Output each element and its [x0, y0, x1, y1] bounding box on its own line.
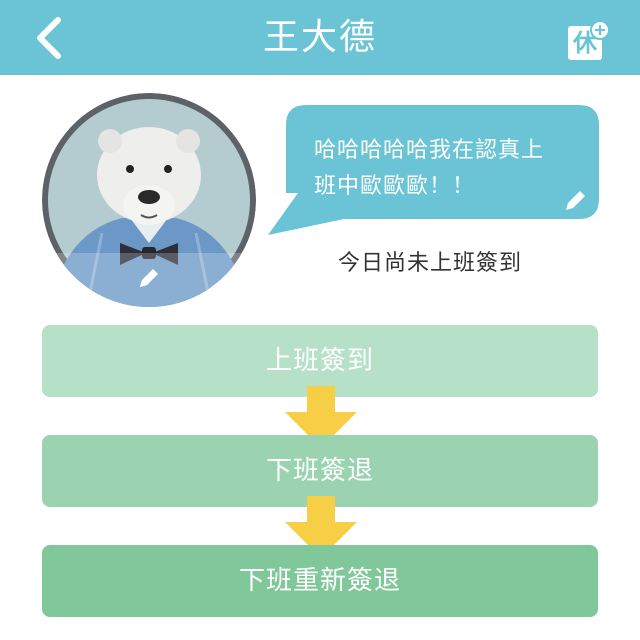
- page-title: 王大德: [262, 17, 377, 58]
- edit-message-icon[interactable]: [563, 187, 589, 213]
- leave-request-button[interactable]: 休: [566, 20, 612, 62]
- status-message-bubble[interactable]: 哈哈哈哈哈我在認真上班中歐歐歐！！: [268, 105, 599, 237]
- status-message-text: 哈哈哈哈哈我在認真上班中歐歐歐！！: [314, 138, 545, 199]
- pencil-icon: [140, 269, 158, 287]
- avatar[interactable]: [42, 93, 256, 307]
- top-bar: 王大德 休: [0, 0, 640, 75]
- plus-icon: [590, 20, 610, 40]
- check-in-status: 今日尚未上班簽到: [337, 251, 522, 276]
- re-check-out-button[interactable]: 下班重新簽退: [42, 545, 598, 617]
